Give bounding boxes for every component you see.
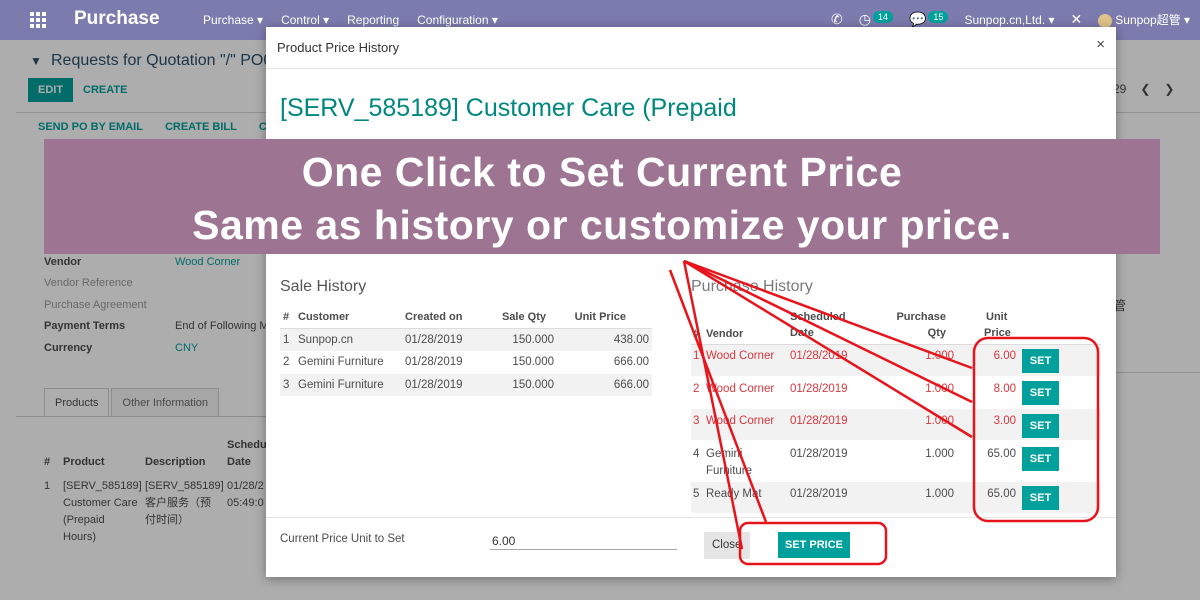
- purchase-row-date: 01/28/2019: [790, 448, 848, 460]
- purchase-col-number: #: [693, 328, 700, 340]
- banner-subline: Same as history or customize your price.: [192, 202, 1012, 248]
- purchase-row-price: 65.00: [987, 448, 1016, 460]
- sale-col-customer: Customer: [298, 311, 350, 323]
- purchase-row-vendor: Wood Corner: [706, 350, 775, 362]
- debug-tools-icon[interactable]: ✕: [1071, 11, 1083, 28]
- purchase-row-price: 3.00: [993, 415, 1016, 427]
- chat-icon: 💬: [908, 11, 927, 27]
- header-line: Scheduled: [790, 311, 846, 323]
- apps-menu-icon[interactable]: [30, 12, 46, 28]
- sale-col-qty: Sale Qty: [501, 311, 546, 323]
- dialog-header: Product Price History ×: [266, 27, 1116, 69]
- purchase-col-vendor: Vendor: [706, 328, 744, 340]
- purchase-row-vendor: Ready Mat: [706, 488, 762, 500]
- purchase-row-date: 01/28/2019: [790, 383, 848, 395]
- set-price-row-button[interactable]: SET: [1022, 486, 1059, 510]
- purchase-row-vendor: Gemini: [706, 448, 743, 460]
- sale-row-price: 666.00: [613, 356, 649, 368]
- sale-col-created: Created on: [405, 311, 463, 323]
- sale-row-qty: 150.000: [512, 356, 554, 368]
- header-line: Date: [790, 327, 814, 339]
- set-price-button[interactable]: SET PRICE: [778, 532, 850, 558]
- set-price-row-button[interactable]: SET: [1022, 414, 1059, 438]
- sale-row-customer: Gemini Furniture: [298, 356, 384, 368]
- purchase-row-qty: 1.000: [925, 350, 954, 362]
- activity-menu[interactable]: ◷ 14: [859, 11, 893, 28]
- purchase-row-price: 6.00: [993, 350, 1016, 362]
- purchase-col-qty: Purchase Qty: [886, 309, 946, 341]
- divider: [266, 517, 1116, 518]
- banner-headline: One Click to Set Current Price: [301, 149, 903, 195]
- set-price-row-button[interactable]: SET: [1022, 349, 1059, 373]
- purchase-row-price: 8.00: [993, 383, 1016, 395]
- sale-row-price: 666.00: [613, 379, 649, 391]
- purchase-row-number: 5: [693, 488, 700, 500]
- systray: ✆ ◷ 14 💬 15 Sunpop.cn,Ltd. ▾ ✕ Sunpop超管 ▾: [831, 11, 1190, 28]
- menu-purchase[interactable]: Purchase ▾: [203, 13, 263, 27]
- menu-configuration[interactable]: Configuration ▾: [417, 13, 498, 27]
- set-price-row-button[interactable]: SET: [1022, 447, 1059, 471]
- app-name: Purchase: [74, 8, 160, 29]
- header-line: Unit: [986, 311, 1008, 323]
- purchase-row-qty: 1.000: [925, 415, 954, 427]
- clock-icon: ◷: [858, 11, 871, 27]
- sale-row-created: 01/28/2019: [405, 379, 463, 391]
- sale-col-price: Unit Price: [574, 311, 626, 323]
- close-icon[interactable]: ×: [1096, 36, 1105, 53]
- purchase-row-number: 3: [693, 415, 700, 427]
- sale-row-number: 3: [283, 379, 290, 391]
- sale-row-qty: 150.000: [512, 334, 554, 346]
- purchase-row-number: 1: [693, 350, 700, 362]
- messages-badge: 15: [928, 11, 949, 23]
- phone-icon[interactable]: ✆: [831, 11, 843, 28]
- sale-row-customer: Sunpop.cn: [298, 334, 353, 346]
- sale-row-created: 01/28/2019: [405, 356, 463, 368]
- dialog-title: Product Price History: [277, 40, 400, 55]
- main-menu: Purchase ▾ Control ▾ Reporting Configura…: [203, 13, 498, 27]
- sale-col-number: #: [283, 311, 290, 323]
- product-title: [SERV_585189] Customer Care (Prepaid: [280, 94, 737, 122]
- user-name: Sunpop超管 ▾: [1115, 13, 1190, 27]
- menu-control[interactable]: Control ▾: [281, 13, 329, 27]
- purchase-row-date: 01/28/2019: [790, 350, 848, 362]
- sale-row-customer: Gemini Furniture: [298, 379, 384, 391]
- promo-banner: One Click to Set Current Price Same as h…: [44, 139, 1160, 254]
- price-history-dialog: Product Price History × [SERV_585189] Cu…: [266, 27, 1116, 577]
- purchase-row-vendor: Wood Corner: [706, 383, 775, 395]
- sale-row-number: 2: [283, 356, 290, 368]
- sale-row-number: 1: [283, 334, 290, 346]
- avatar: [1098, 13, 1113, 28]
- set-price-row-button[interactable]: SET: [1022, 381, 1059, 405]
- sale-row-created: 01/28/2019: [405, 334, 463, 346]
- user-menu[interactable]: Sunpop超管 ▾: [1098, 11, 1190, 28]
- purchase-row-price: 65.00: [987, 488, 1016, 500]
- sale-row-price: 438.00: [613, 334, 649, 346]
- purchase-row-date: 01/28/2019: [790, 415, 848, 427]
- purchase-row-qty: 1.000: [925, 448, 954, 460]
- header-line: Price: [984, 327, 1011, 339]
- purchase-row-number: 2: [693, 383, 700, 395]
- purchase-row-qty: 1.000: [925, 383, 954, 395]
- current-price-label: Current Price Unit to Set: [280, 533, 405, 545]
- sale-history-title: Sale History: [280, 278, 367, 295]
- messages-menu[interactable]: 💬 15: [908, 11, 949, 28]
- header-line: Qty: [927, 327, 946, 339]
- menu-reporting[interactable]: Reporting: [347, 13, 399, 27]
- purchase-row-qty: 1.000: [925, 488, 954, 500]
- purchase-row-number: 4: [693, 448, 700, 460]
- purchase-row-date: 01/28/2019: [790, 488, 848, 500]
- header-line: Purchase: [896, 311, 946, 323]
- purchase-history-title: Purchase History: [691, 278, 813, 295]
- purchase-row-vendor: Wood Corner: [706, 415, 775, 427]
- purchase-col-scheduled: Scheduled Date: [790, 309, 846, 341]
- current-price-input[interactable]: [490, 532, 677, 550]
- purchase-col-price: Unit Price: [984, 309, 1011, 341]
- company-switcher[interactable]: Sunpop.cn,Ltd. ▾: [964, 13, 1054, 27]
- purchase-row-vendor-line2: Furniture: [706, 465, 753, 477]
- activity-badge: 14: [872, 11, 893, 23]
- sale-row-qty: 150.000: [512, 379, 554, 391]
- close-button[interactable]: Close: [704, 532, 750, 559]
